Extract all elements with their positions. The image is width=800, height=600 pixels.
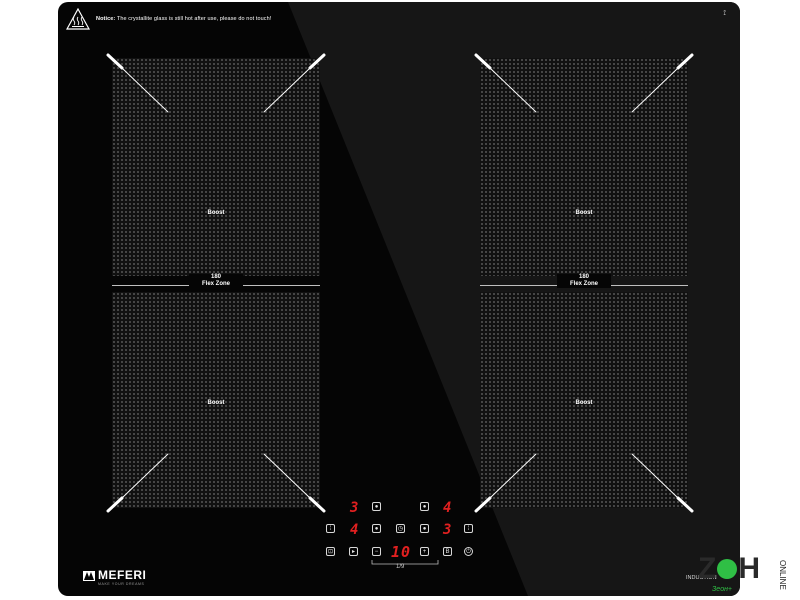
power-button[interactable]: ⏻ <box>464 547 473 556</box>
pause-button[interactable]: ▸ <box>349 547 358 556</box>
slider-bracket <box>371 560 439 565</box>
minus-button[interactable]: − <box>372 547 381 556</box>
boost-label: Boost <box>207 210 225 216</box>
flex-zone-text: Flex Zone <box>569 281 598 287</box>
brand-logo: MEFERI <box>83 568 147 582</box>
watermark-letter-right: H <box>738 552 760 585</box>
flex-select-icon: ⁞ <box>467 525 470 532</box>
boost-button[interactable]: B <box>443 547 452 556</box>
flex-zone-number: 180 <box>210 274 221 280</box>
boost-label: Boost <box>207 400 225 406</box>
zone-select-icon: ● <box>374 503 379 510</box>
brand-tagline: MAKE YOUR DREAMS <box>98 582 145 586</box>
zone-select-front-left-button[interactable]: ● <box>372 524 381 533</box>
flex-zone-label-left: 180 Flex Zone <box>189 274 243 288</box>
boost-label: B <box>445 548 450 555</box>
notice-message: The crystallite glass is still hot after… <box>116 16 272 22</box>
display-front-right: 3 <box>443 522 452 538</box>
flex-select-icon: ⁞ <box>329 525 332 532</box>
store-watermark: Z H <box>698 552 760 585</box>
boost-label: Boost <box>575 210 593 216</box>
corner-mark: ⟟ <box>723 10 726 17</box>
display-rear-left: 3 <box>350 500 359 516</box>
safety-notice: Notice: The crystallite glass is still h… <box>66 8 271 30</box>
plus-button[interactable]: + <box>420 547 429 556</box>
flex-zone-number: 180 <box>578 274 589 280</box>
zone-select-front-right-button[interactable]: ● <box>420 524 429 533</box>
flex-select-left-button[interactable]: ⁞ <box>326 524 335 533</box>
pause-icon: ▸ <box>351 548 355 555</box>
notice-text: Notice: The crystallite glass is still h… <box>96 16 271 22</box>
zone-select-icon: ● <box>422 503 427 510</box>
zone-select-rear-right-button[interactable]: ● <box>420 502 429 511</box>
display-rear-right: 4 <box>443 500 452 516</box>
timer-button[interactable]: ◷ <box>396 524 405 533</box>
cooktop-glass: Notice: The crystallite glass is still h… <box>58 2 740 596</box>
power-icon: ⏻ <box>466 548 471 555</box>
brand-mark-icon <box>83 570 95 581</box>
watermark-side-text: ONLINE <box>778 560 787 590</box>
flex-zone-label-right: 180 Flex Zone <box>557 274 611 288</box>
flex-select-right-button[interactable]: ⁞ <box>464 524 473 533</box>
notice-label: Notice: <box>96 16 116 22</box>
hot-surface-warning-icon <box>66 8 90 30</box>
minus-label: − <box>374 548 379 555</box>
boost-label: Boost <box>575 400 593 406</box>
cooking-zone-rear-left[interactable]: Boost <box>112 58 320 276</box>
display-power-level: 10 <box>391 543 412 561</box>
watermark-subtitle: Зеон+ <box>712 586 733 593</box>
timer-icon: ◷ <box>397 525 404 532</box>
brand-name: MEFERI <box>98 568 147 582</box>
display-front-left: 4 <box>350 522 359 538</box>
lock-button[interactable]: ⊡ <box>326 547 335 556</box>
power-scale-label: 1/9 <box>396 564 405 570</box>
cooking-zone-rear-right[interactable]: Boost <box>480 58 688 276</box>
plus-label: + <box>422 548 427 555</box>
watermark-circle-icon <box>717 559 738 579</box>
cooking-zone-front-left[interactable]: Boost <box>112 292 320 508</box>
watermark-letter-left: Z <box>698 552 717 585</box>
zone-select-icon: ● <box>374 525 379 532</box>
cooking-zone-front-right[interactable]: Boost <box>480 292 688 508</box>
zone-select-icon: ● <box>422 525 427 532</box>
zone-select-rear-left-button[interactable]: ● <box>372 502 381 511</box>
lock-icon: ⊡ <box>327 548 334 555</box>
flex-zone-text: Flex Zone <box>201 281 230 287</box>
